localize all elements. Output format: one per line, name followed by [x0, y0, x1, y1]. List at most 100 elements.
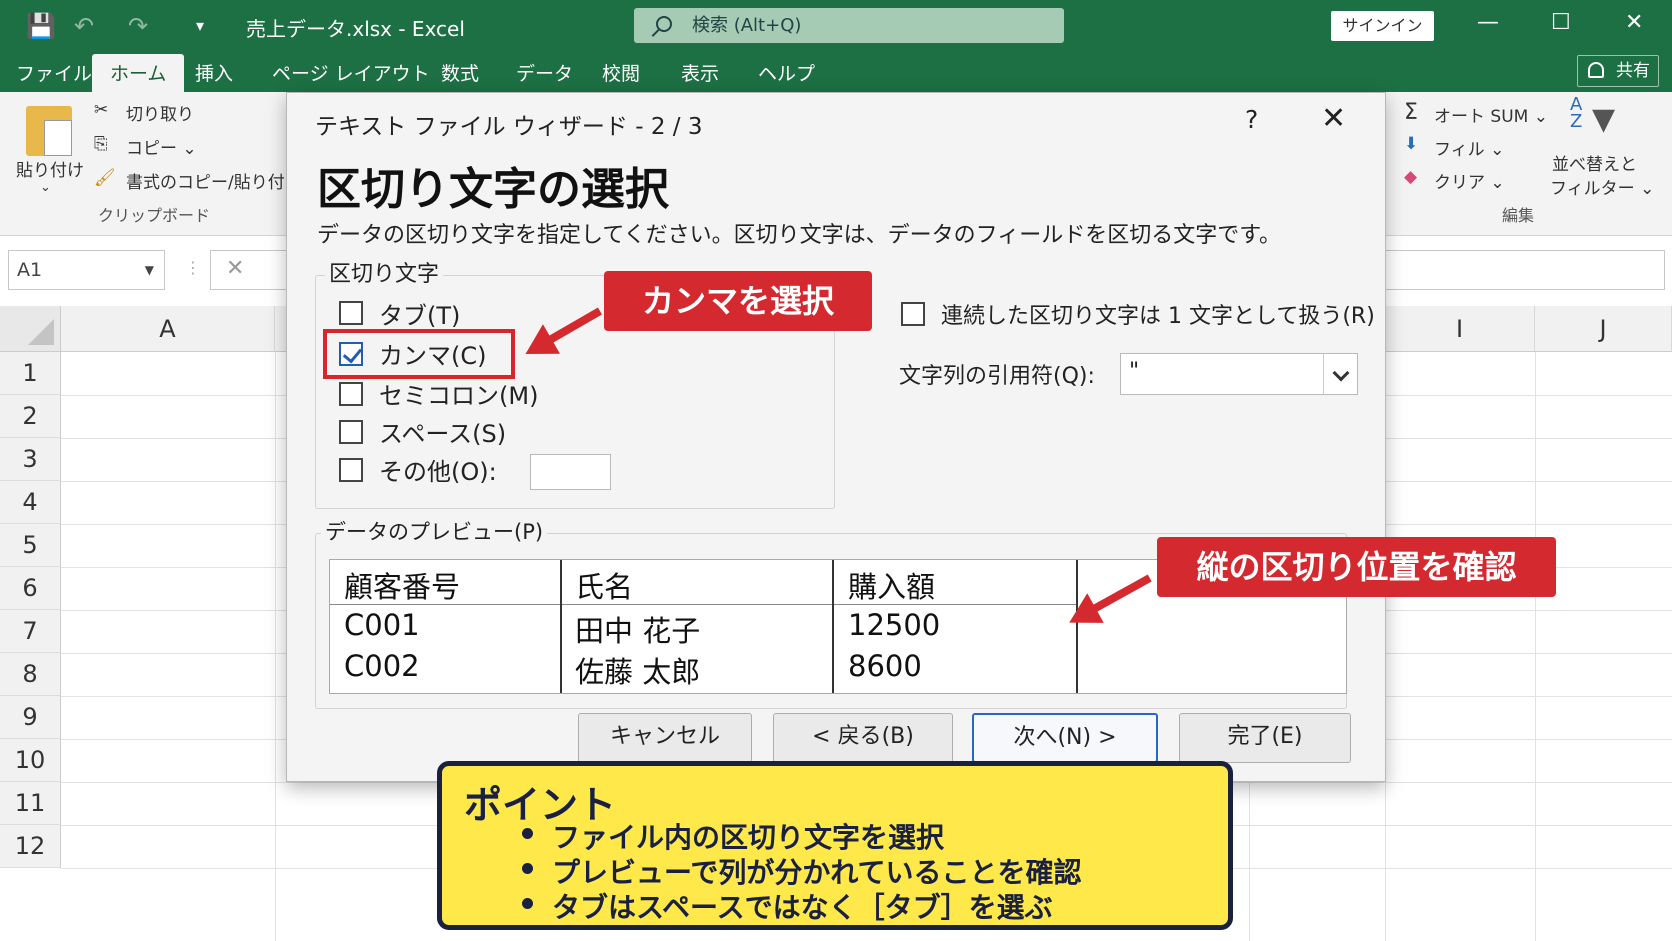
- delimiter-legend: 区切り文字: [325, 256, 444, 288]
- autosum-icon[interactable]: Σ: [1404, 100, 1418, 125]
- format-painter-button[interactable]: 書式のコピー/貼り付け: [126, 168, 302, 193]
- search-box[interactable]: 検索 (Alt+Q): [634, 8, 1064, 43]
- row-header-2[interactable]: 2: [0, 395, 61, 438]
- share-button[interactable]: 共有: [1577, 55, 1659, 87]
- name-box[interactable]: A1 ▼: [8, 250, 165, 290]
- search-placeholder: 検索 (Alt+Q): [692, 15, 802, 36]
- column-header-i[interactable]: I: [1385, 306, 1535, 352]
- tab-insert[interactable]: 挿入: [195, 59, 233, 86]
- bullet-icon: [522, 898, 533, 909]
- clear-button[interactable]: クリア ⌄: [1434, 168, 1505, 193]
- undo-icon[interactable]: ↶: [74, 12, 94, 40]
- column-break-line[interactable]: [560, 560, 562, 693]
- fill-button[interactable]: フィル ⌄: [1434, 135, 1504, 160]
- tab-home[interactable]: ホーム: [92, 54, 185, 92]
- customize-qat-icon[interactable]: ▾: [196, 16, 204, 35]
- row-header-7[interactable]: 7: [0, 610, 61, 653]
- chevron-down-icon[interactable]: ▼: [145, 251, 154, 289]
- paste-button[interactable]: 貼り付け: [16, 156, 84, 181]
- row-header-9[interactable]: 9: [0, 696, 61, 739]
- filter-icon[interactable]: ▼: [1592, 102, 1615, 137]
- paste-icon[interactable]: [26, 106, 72, 156]
- maximize-button[interactable]: ☐: [1551, 10, 1571, 35]
- tab-page-layout[interactable]: ページ レイアウト: [272, 59, 430, 86]
- tab-review[interactable]: 校閲: [602, 59, 640, 86]
- checkbox-tab-label[interactable]: タブ(T): [379, 296, 460, 331]
- row-header-12[interactable]: 12: [0, 825, 61, 868]
- clipboard-group-label: クリップボード: [98, 206, 211, 225]
- autosum-button[interactable]: オート SUM ⌄: [1434, 102, 1548, 127]
- point-item-text: プレビューで列が分かれていることを確認: [552, 856, 1082, 889]
- tab-file[interactable]: ファイル: [16, 59, 92, 86]
- copy-icon[interactable]: ⎘: [94, 134, 108, 154]
- minimize-button[interactable]: —: [1477, 10, 1499, 35]
- paste-dropdown-icon[interactable]: ⌄: [40, 180, 51, 195]
- help-button[interactable]: ?: [1245, 105, 1258, 134]
- checkbox-comma[interactable]: [339, 342, 363, 366]
- row-header-3[interactable]: 3: [0, 438, 61, 481]
- point-item-text: タブはスペースではなく［タブ］を選ぶ: [552, 891, 1053, 924]
- checkbox-semicolon[interactable]: [339, 382, 363, 406]
- redo-icon[interactable]: ↷: [128, 12, 148, 40]
- text-import-wizard-dialog: テキスト ファイル ウィザード - 2 / 3 ? ✕ 区切り文字の選択 データ…: [286, 92, 1386, 782]
- text-qualifier-select[interactable]: ": [1120, 353, 1358, 395]
- row-header-4[interactable]: 4: [0, 481, 61, 524]
- next-button[interactable]: 次へ(N) >: [972, 713, 1158, 763]
- edit-group-label: 編集: [1502, 206, 1535, 225]
- row-header-11[interactable]: 11: [0, 782, 61, 825]
- text-qualifier-value: ": [1129, 359, 1140, 384]
- checkbox-consecutive[interactable]: [901, 302, 925, 326]
- row-header-10[interactable]: 10: [0, 739, 61, 782]
- formula-bar-grip-icon[interactable]: ⋮: [185, 258, 201, 277]
- cancel-formula-icon[interactable]: ✕: [226, 256, 244, 281]
- close-window-button[interactable]: ✕: [1625, 10, 1643, 35]
- dialog-close-button[interactable]: ✕: [1321, 101, 1346, 136]
- tab-formulas[interactable]: 数式: [441, 59, 479, 86]
- grid-line: [275, 352, 276, 941]
- select-all-corner[interactable]: [0, 306, 61, 352]
- point-box: ポイント ファイル内の区切り文字を選択 プレビューで列が分かれていることを確認 …: [437, 761, 1233, 930]
- preview-cell: 8600: [848, 649, 922, 683]
- checkbox-space[interactable]: [339, 420, 363, 444]
- tab-help[interactable]: ヘルプ: [758, 59, 815, 86]
- save-icon[interactable]: 💾: [26, 12, 56, 40]
- format-painter-icon[interactable]: 🖌: [94, 168, 116, 188]
- back-button[interactable]: < 戻る(B): [773, 713, 953, 763]
- checkbox-comma-label[interactable]: カンマ(C): [379, 336, 486, 371]
- chevron-down-icon[interactable]: [1323, 354, 1357, 394]
- other-delimiter-input[interactable]: [530, 454, 611, 490]
- point-item: プレビューで列が分かれていることを確認: [522, 851, 1082, 891]
- preview-callout: 縦の区切り位置を確認: [1157, 537, 1556, 597]
- row-header-1[interactable]: 1: [0, 352, 61, 395]
- sort-az-icon[interactable]: AZ: [1570, 96, 1582, 131]
- share-label: 共有: [1616, 61, 1650, 81]
- checkbox-consecutive-label[interactable]: 連続した区切り文字は 1 文字として扱う(R): [941, 298, 1375, 330]
- cut-button[interactable]: 切り取り: [126, 100, 194, 125]
- tab-view[interactable]: 表示: [681, 59, 719, 86]
- sort-filter-label-1[interactable]: 並べ替えと: [1552, 150, 1637, 175]
- checkbox-other-label[interactable]: その他(O):: [379, 452, 497, 487]
- point-item: ファイル内の区切り文字を選択: [522, 816, 944, 856]
- checkbox-space-label[interactable]: スペース(S): [379, 414, 506, 449]
- cut-icon[interactable]: ✂: [94, 100, 108, 120]
- clear-icon[interactable]: ◆: [1404, 167, 1417, 187]
- signin-button[interactable]: サインイン: [1331, 11, 1434, 41]
- row-header-8[interactable]: 8: [0, 653, 61, 696]
- checkbox-semicolon-label[interactable]: セミコロン(M): [379, 376, 538, 411]
- column-header-j[interactable]: J: [1535, 306, 1672, 352]
- copy-button[interactable]: コピー ⌄: [126, 134, 197, 159]
- fill-icon[interactable]: ⬇: [1404, 134, 1418, 154]
- text-qualifier-label: 文字列の引用符(Q):: [899, 364, 1095, 389]
- finish-button[interactable]: 完了(E): [1179, 713, 1351, 763]
- tab-data[interactable]: データ: [516, 59, 573, 86]
- column-break-line[interactable]: [832, 560, 834, 693]
- checkbox-tab[interactable]: [339, 301, 363, 325]
- row-header-6[interactable]: 6: [0, 567, 61, 610]
- row-header-5[interactable]: 5: [0, 524, 61, 567]
- cancel-button[interactable]: キャンセル: [578, 713, 752, 763]
- sort-filter-label-2[interactable]: フィルター ⌄: [1550, 174, 1654, 199]
- column-header-a[interactable]: A: [61, 306, 275, 352]
- checkbox-other[interactable]: [339, 458, 363, 482]
- dialog-description: データの区切り文字を指定してください。区切り文字は、データのフィールドを区切る文…: [317, 223, 1282, 248]
- person-icon: [1588, 62, 1604, 78]
